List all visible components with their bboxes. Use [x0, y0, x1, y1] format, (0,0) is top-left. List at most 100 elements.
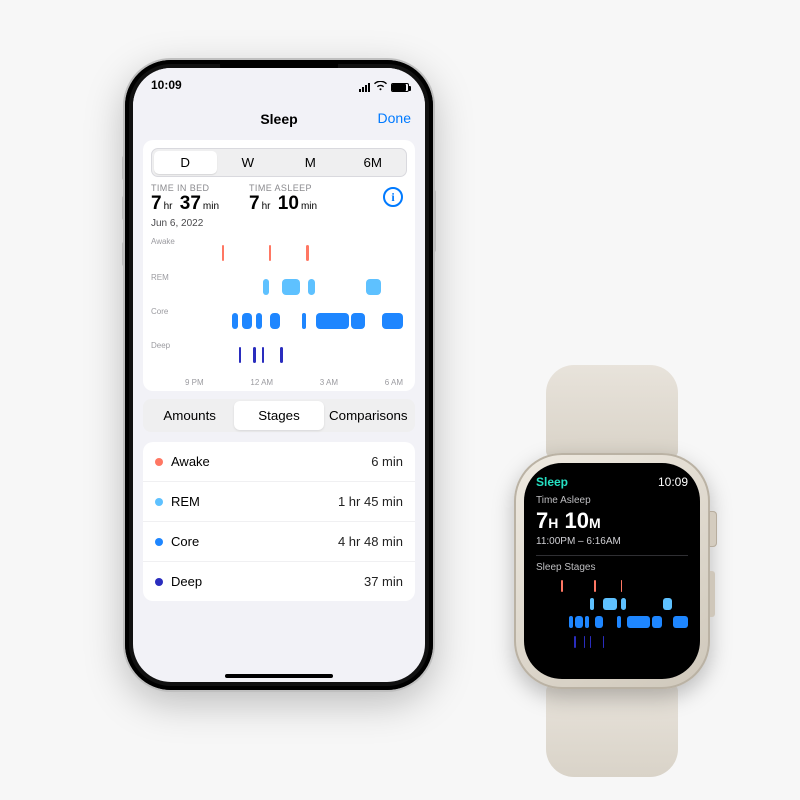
chart-segment	[308, 279, 315, 295]
view-tab-amounts[interactable]: Amounts	[145, 401, 234, 430]
chart-segment	[351, 313, 365, 329]
chart-segment	[652, 616, 662, 628]
stage-row-deep[interactable]: Deep 37 min	[143, 561, 415, 601]
chart-segment	[302, 313, 307, 329]
chart-segment	[282, 279, 301, 295]
stage-name: Awake	[171, 454, 210, 469]
chart-plot-area	[185, 239, 403, 371]
stage-name: Core	[171, 534, 199, 549]
range-tab-w[interactable]: W	[217, 151, 280, 174]
chart-segment	[595, 616, 602, 628]
chart-segment	[621, 580, 623, 592]
time-in-bed-label: TIME IN BED	[151, 183, 221, 193]
stage-row-rem[interactable]: REM 1 hr 45 min	[143, 481, 415, 521]
chart-segment	[280, 347, 282, 363]
info-icon[interactable]: i	[383, 187, 403, 207]
range-segmented-control[interactable]: DWM6M	[151, 148, 407, 177]
chart-segment	[316, 313, 349, 329]
status-time: 10:09	[151, 78, 182, 92]
view-segmented-control[interactable]: AmountsStagesComparisons	[143, 399, 415, 432]
iphone-screen: 10:09 Sleep Done DWM6M TIME IN BED 7hr	[133, 68, 425, 682]
ylabel-core: Core	[151, 307, 168, 316]
time-asleep-value: 7hr 10min	[249, 193, 319, 215]
chart-segment	[603, 636, 605, 648]
chart-x-axis: 9 PM 12 AM 3 AM 6 AM	[185, 378, 403, 387]
range-tab-m[interactable]: M	[279, 151, 342, 174]
done-button[interactable]: Done	[378, 110, 411, 126]
stage-list: Awake 6 min REM 1 hr 45 min Core 4 hr 48 min D…	[143, 442, 415, 601]
chart-segment	[575, 616, 582, 628]
chart-segment	[584, 636, 586, 648]
chart-segment	[627, 616, 650, 628]
chart-segment	[617, 616, 620, 628]
page-title: Sleep	[260, 111, 297, 127]
view-tab-comparisons[interactable]: Comparisons	[324, 401, 413, 430]
chart-segment	[269, 245, 271, 261]
stage-dot-icon	[155, 498, 163, 506]
status-icons	[359, 80, 409, 94]
chart-segment	[574, 636, 576, 648]
stage-value: 6 min	[371, 454, 403, 469]
watch-time-asleep-value: 7H 10M	[536, 508, 688, 534]
chart-segment	[603, 598, 616, 610]
chart-segment	[253, 347, 255, 363]
ylabel-rem: REM	[151, 273, 169, 282]
chart-segment	[590, 598, 594, 610]
stage-name: Deep	[171, 574, 202, 589]
watch-side-button[interactable]	[710, 571, 715, 617]
stage-name: REM	[171, 494, 200, 509]
chart-segment	[663, 598, 673, 610]
stage-value: 1 hr 45 min	[338, 494, 403, 509]
chart-segment	[621, 598, 626, 610]
status-bar: 10:09	[133, 68, 425, 102]
nav-bar: Sleep Done	[133, 102, 425, 136]
watch-divider	[536, 555, 688, 556]
signal-icon	[359, 82, 370, 92]
stage-value: 37 min	[364, 574, 403, 589]
time-in-bed-value: 7hr 37min	[151, 193, 221, 215]
stage-dot-icon	[155, 578, 163, 586]
chart-segment	[569, 616, 573, 628]
time-asleep-metric: TIME ASLEEP 7hr 10min	[249, 183, 319, 229]
chart-segment	[263, 279, 269, 295]
watch-stage-chart[interactable]	[536, 577, 688, 655]
sleep-stage-chart[interactable]: Awake REM Core Deep 9 PM 12 AM 3 AM 6 AM	[151, 237, 407, 387]
chart-segment	[594, 580, 596, 592]
chart-segment	[222, 245, 224, 261]
time-in-bed-metric: TIME IN BED 7hr 37min Jun 6, 2022	[151, 183, 221, 229]
stage-dot-icon	[155, 458, 163, 466]
apple-watch-device: Sleep 10:09 Time Asleep 7H 10M 11:00PM –…	[502, 365, 722, 777]
range-tab-d[interactable]: D	[154, 151, 217, 174]
battery-icon	[391, 83, 409, 92]
chart-segment	[242, 313, 253, 329]
stage-row-awake[interactable]: Awake 6 min	[143, 442, 415, 481]
chart-segment	[232, 313, 238, 329]
chart-segment	[366, 279, 380, 295]
summary-date: Jun 6, 2022	[151, 218, 221, 229]
chart-segment	[262, 347, 264, 363]
stage-row-core[interactable]: Core 4 hr 48 min	[143, 521, 415, 561]
chart-segment	[673, 616, 688, 628]
stage-value: 4 hr 48 min	[338, 534, 403, 549]
watch-sleep-range: 11:00PM – 6:16AM	[536, 536, 688, 547]
home-indicator[interactable]	[225, 674, 333, 678]
watch-stages-label: Sleep Stages	[536, 562, 688, 573]
chart-segment	[256, 313, 262, 329]
watch-app-title: Sleep	[536, 475, 568, 489]
watch-time-asleep-label: Time Asleep	[536, 495, 688, 506]
iphone-device: 10:09 Sleep Done DWM6M TIME IN BED 7hr	[125, 60, 433, 690]
time-asleep-label: TIME ASLEEP	[249, 183, 319, 193]
digital-crown[interactable]	[709, 511, 717, 547]
view-tab-stages[interactable]: Stages	[234, 401, 323, 430]
watch-band-bottom	[546, 685, 678, 777]
watch-band-top	[546, 365, 678, 457]
summary-card: DWM6M TIME IN BED 7hr 37min Jun 6, 2022 …	[143, 140, 415, 391]
chart-segment	[561, 580, 563, 592]
wifi-icon	[374, 80, 387, 94]
chart-segment	[382, 313, 403, 329]
chart-segment	[270, 313, 281, 329]
watch-screen: Sleep 10:09 Time Asleep 7H 10M 11:00PM –…	[524, 463, 700, 679]
range-tab-6m[interactable]: 6M	[342, 151, 405, 174]
chart-segment	[239, 347, 241, 363]
chart-segment	[590, 636, 592, 648]
